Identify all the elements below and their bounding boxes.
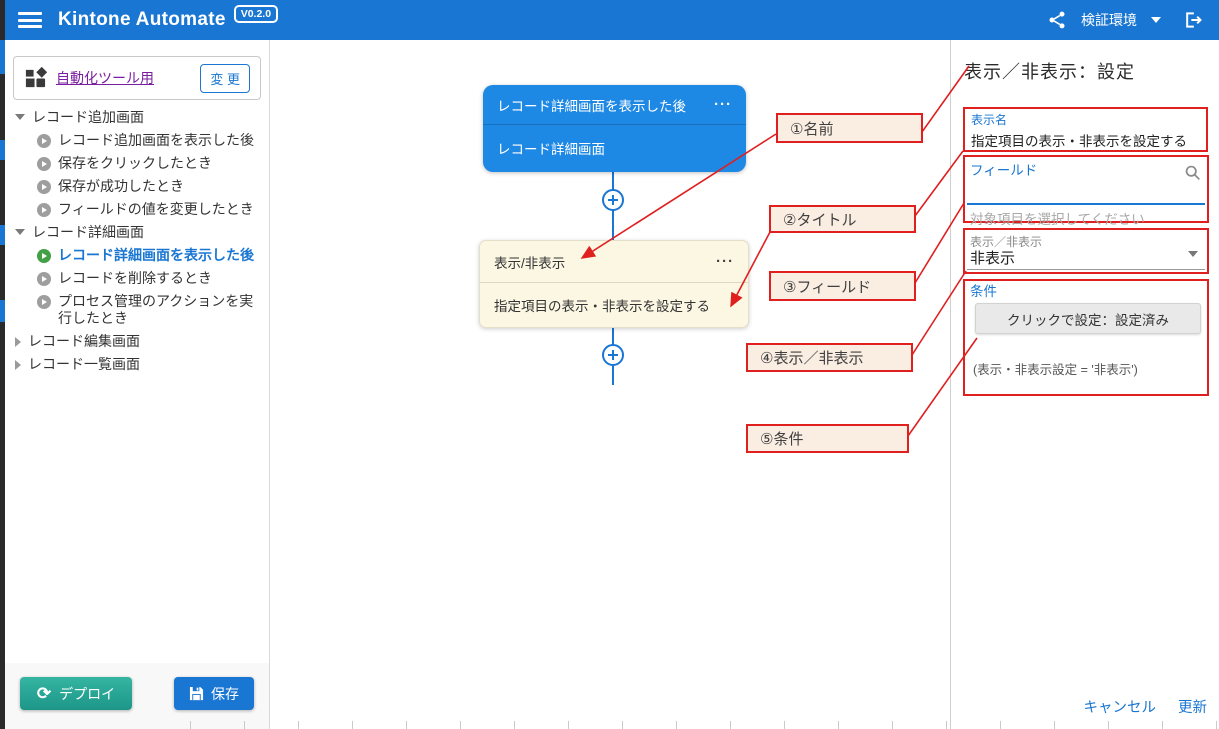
event-tree: レコード追加画面 レコード追加画面を表示した後 保存をクリックしたとき 保存が成… (5, 106, 270, 376)
tree-event[interactable]: 保存をクリックしたとき (5, 152, 270, 175)
app-card: 自動化ツール用 変 更 (13, 56, 261, 100)
action-node[interactable]: 表示/非表示 ··· 指定項目の表示・非表示を設定する (479, 240, 749, 328)
app-grid-icon (24, 67, 47, 90)
visibility-select[interactable]: 表示／非表示 非表示 (963, 228, 1209, 274)
trigger-node-subtitle: レコード詳細画面 (497, 138, 605, 158)
share-icon[interactable] (1047, 10, 1067, 30)
condition-label: 条件 (970, 285, 997, 299)
hamburger-menu-icon[interactable] (18, 12, 42, 28)
tree-event-active[interactable]: レコード詳細画面を表示した後 (5, 244, 270, 267)
display-name-field[interactable]: 表示名 指定項目の表示・非表示を設定する (963, 107, 1208, 152)
change-app-button[interactable]: 変 更 (200, 64, 250, 93)
play-icon (37, 157, 51, 171)
condition-configure-button[interactable]: クリックで設定：設定済み (975, 303, 1201, 334)
flow-canvas[interactable]: レコード詳細画面を表示した後 ··· レコード詳細画面 表示/非表示 ··· 指… (271, 40, 950, 729)
top-bar: Kintone Automate V0.2.0 検証環境 (0, 0, 1219, 40)
sync-icon: ⟳ (37, 685, 51, 702)
annotation-box-visibility: ④表示／非表示 (746, 343, 913, 372)
annotation-box-condition: ⑤条件 (746, 424, 909, 453)
tree-event[interactable]: プロセス管理のアクションを実行したとき (5, 290, 270, 330)
update-button[interactable]: 更新 (1178, 696, 1207, 717)
display-name-value[interactable]: 指定項目の表示・非表示を設定する (971, 130, 1200, 150)
play-icon (37, 295, 51, 309)
tree-event[interactable]: 保存が成功したとき (5, 175, 270, 198)
play-icon-active (37, 249, 51, 263)
chevron-down-icon[interactable] (1188, 251, 1198, 257)
search-icon[interactable] (1184, 164, 1201, 186)
panel-actions: キャンセル 更新 (1084, 696, 1208, 717)
tree-group-record-detail[interactable]: レコード詳細画面 (5, 221, 270, 244)
condition-summary: (表示・非表示設定 = '非表示') (973, 359, 1138, 378)
settings-panel: 表示／非表示：設定 表示名 指定項目の表示・非表示を設定する フィールド 対象項… (950, 40, 1219, 729)
trigger-node-title: レコード詳細画面を表示した後 (497, 95, 686, 115)
play-icon (37, 203, 51, 217)
annotation-box-field: ③フィールド (769, 271, 916, 301)
panel-title: 表示／非表示：設定 (964, 58, 1135, 84)
annotation-box-name: ①名前 (776, 113, 923, 143)
environment-caret-icon[interactable] (1151, 17, 1161, 23)
add-step-button[interactable] (602, 189, 624, 211)
floppy-disk-icon (189, 686, 204, 701)
play-icon (37, 134, 51, 148)
app-window: Kintone Automate V0.2.0 検証環境 自動化ツール用 変 更… (0, 0, 1219, 729)
action-node-subtitle: 指定項目の表示・非表示を設定する (494, 295, 710, 315)
tree-event[interactable]: レコードを削除するとき (5, 267, 270, 290)
add-step-button[interactable] (602, 344, 624, 366)
field-select-field[interactable]: フィールド 対象項目を選択してください (963, 155, 1209, 223)
tree-group-record-add[interactable]: レコード追加画面 (5, 106, 270, 129)
trigger-node[interactable]: レコード詳細画面を表示した後 ··· レコード詳細画面 (483, 85, 746, 172)
play-icon (37, 272, 51, 286)
collapse-icon[interactable] (15, 114, 25, 120)
environment-label[interactable]: 検証環境 (1081, 10, 1137, 30)
tree-group-record-edit[interactable]: レコード編集画面 (5, 330, 270, 353)
cancel-button[interactable]: キャンセル (1084, 696, 1157, 717)
logout-icon[interactable] (1183, 10, 1203, 30)
version-badge: V0.2.0 (234, 5, 278, 23)
annotation-box-title: ②タイトル (769, 205, 916, 233)
tree-event[interactable]: レコード追加画面を表示した後 (5, 129, 270, 152)
condition-section: 条件 クリックで設定：設定済み (表示・非表示設定 = '非表示') (963, 279, 1209, 396)
deploy-button[interactable]: ⟳ デプロイ (20, 677, 132, 710)
sidebar: 自動化ツール用 変 更 レコード追加画面 レコード追加画面を表示した後 保存をク… (5, 40, 270, 729)
app-title: Kintone Automate (58, 9, 226, 31)
save-button[interactable]: 保存 (174, 677, 254, 710)
expand-icon[interactable] (15, 337, 21, 347)
field-label: フィールド (970, 164, 1037, 178)
visibility-underline (967, 269, 1205, 270)
field-input-underline (967, 203, 1205, 205)
collapse-icon[interactable] (15, 229, 25, 235)
display-name-label: 表示名 (971, 113, 1200, 127)
visibility-value[interactable]: 非表示 (970, 247, 1015, 268)
tree-event[interactable]: フィールドの値を変更したとき (5, 198, 270, 221)
edge-strip (0, 0, 5, 729)
app-name-link[interactable]: 自動化ツール用 (56, 68, 154, 88)
expand-icon[interactable] (15, 360, 21, 370)
action-node-title: 表示/非表示 (494, 252, 565, 272)
play-icon (37, 180, 51, 194)
field-helper-text: 対象項目を選択してください (970, 208, 1145, 228)
tree-group-record-list[interactable]: レコード一覧画面 (5, 353, 270, 376)
